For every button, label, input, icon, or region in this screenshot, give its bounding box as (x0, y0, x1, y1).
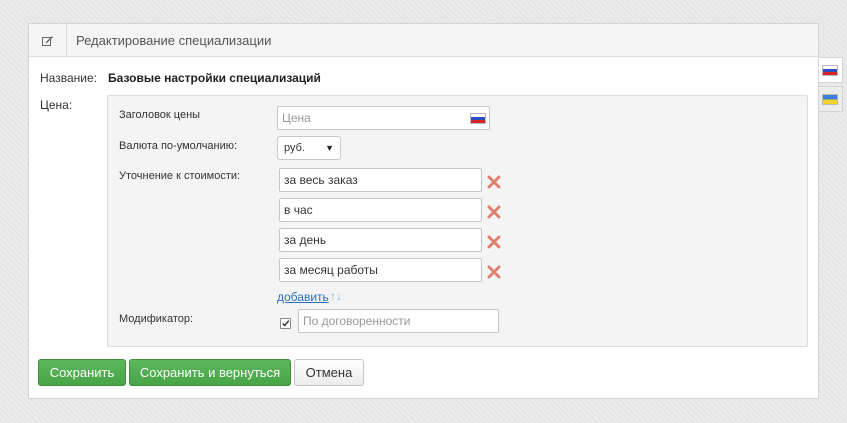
edit-icon (42, 36, 53, 46)
remove-icon[interactable] (487, 235, 501, 249)
russia-flag-icon (471, 114, 485, 123)
page-title: Редактирование специализации (76, 33, 272, 48)
remove-icon[interactable] (487, 205, 501, 219)
price-settings-box: Заголовок цены Цена Валюта по-умолчанию:… (107, 95, 808, 347)
name-value: Базовые настройки специализаций (108, 71, 321, 85)
clarification-input[interactable]: за день (279, 228, 482, 252)
language-tab-ua[interactable] (819, 86, 843, 112)
edit-specialization-panel: Редактирование специализации Название: Б… (28, 23, 819, 399)
modifier-checkbox[interactable] (280, 318, 291, 329)
add-clarification-link[interactable]: добавить (277, 290, 329, 304)
language-tab-ru[interactable] (819, 57, 843, 83)
clarification-input[interactable]: за весь заказ (279, 168, 482, 192)
edit-icon-container (29, 24, 67, 57)
cancel-button[interactable]: Отмена (294, 359, 364, 386)
clarification-input[interactable]: в час (279, 198, 482, 222)
russia-flag-icon (823, 66, 837, 75)
price-title-input[interactable]: Цена (277, 106, 490, 130)
modifier-label: Модификатор: (119, 313, 194, 325)
remove-icon[interactable] (487, 175, 501, 189)
price-title-label: Заголовок цены (119, 109, 201, 121)
panel-header: Редактирование специализации (29, 24, 818, 57)
remove-icon[interactable] (487, 265, 501, 279)
currency-label: Валюта по-умолчанию: (119, 140, 238, 152)
save-button[interactable]: Сохранить (38, 359, 126, 386)
name-label: Название: (40, 71, 97, 85)
ukraine-flag-icon (823, 95, 837, 104)
currency-value: руб. (284, 142, 305, 154)
currency-select[interactable]: руб. ▼ (277, 136, 341, 160)
clarification-input[interactable]: за месяц работы (279, 258, 482, 282)
price-label: Цена: (40, 98, 73, 112)
clarification-label: Уточнение к стоимости: (119, 170, 241, 182)
modifier-input[interactable]: По договоренности (298, 309, 499, 333)
modifier-placeholder: По договоренности (303, 314, 411, 328)
dropdown-arrow-icon: ▼ (325, 143, 334, 153)
price-title-placeholder: Цена (282, 111, 311, 125)
save-and-return-button[interactable]: Сохранить и вернуться (129, 359, 291, 386)
sort-arrows-icon[interactable]: ↑↓ (330, 289, 342, 303)
